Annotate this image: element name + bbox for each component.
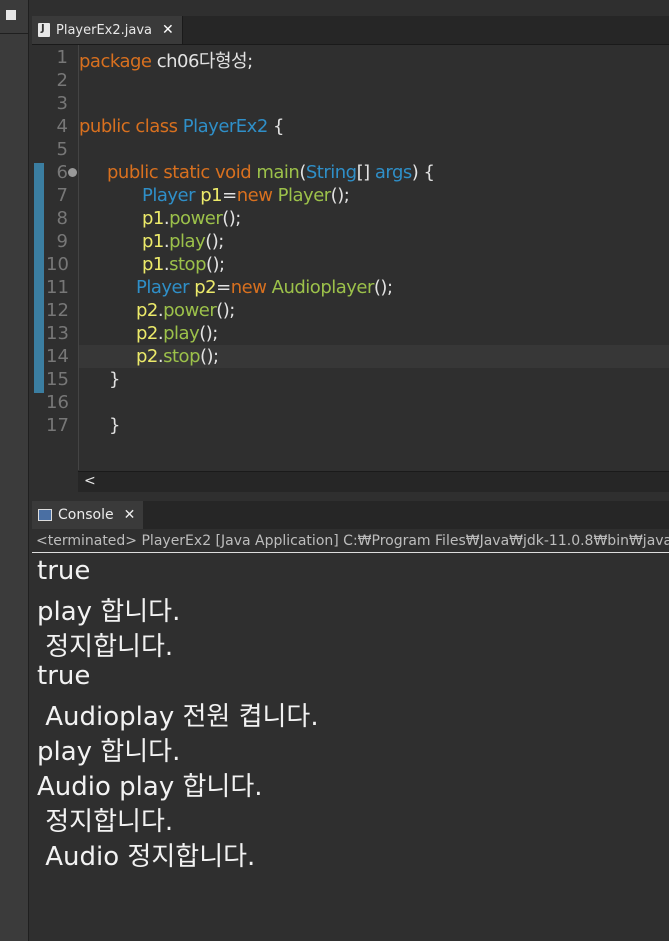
line-number: 14 (46, 346, 69, 367)
line-number: 7 (56, 185, 68, 206)
line-number: 3 (56, 93, 68, 114)
horizontal-scrollbar[interactable]: < (78, 471, 669, 492)
close-console-icon[interactable]: ✕ (124, 507, 136, 523)
line-number: 5 (56, 139, 68, 160)
code-line-4: public class PlayerEx2 { (79, 116, 284, 137)
line-number: 12 (46, 300, 69, 321)
tab-console[interactable]: Console ✕ (32, 501, 144, 529)
tab-playerex2-java[interactable]: PlayerEx2.java ✕ (32, 16, 183, 44)
console-line: play 합니다. (37, 737, 181, 767)
code-editor[interactable]: 1 2 3 4 5 6 7 8 9 10 11 12 13 14 15 16 1… (32, 45, 669, 470)
line-number: 15 (46, 369, 69, 390)
console-line: Audio play 합니다. (37, 772, 263, 802)
console-status: <terminated> PlayerEx2 [Java Application… (32, 530, 669, 553)
scroll-left-icon[interactable]: < (84, 473, 96, 489)
console-line: 정지합니다. (37, 632, 174, 662)
line-number: 13 (46, 323, 69, 344)
line-number: 10 (46, 254, 69, 275)
console-line: play 합니다. (37, 597, 181, 627)
code-line-9: p1.play(); (142, 231, 224, 252)
left-panel-divider (0, 33, 28, 34)
code-line-7: Player p1=new Player(); (142, 185, 350, 206)
left-side-panel (0, 0, 29, 941)
console-line: true (37, 556, 91, 586)
line-number: 9 (56, 231, 68, 252)
code-line-15: } (109, 369, 120, 390)
code-line-1: package ch06다형성; (79, 51, 253, 72)
code-line-11: Player p2=new Audioplayer(); (136, 277, 393, 298)
line-number: 8 (56, 208, 68, 229)
editor-tab-bar: PlayerEx2.java ✕ (32, 16, 669, 45)
console-line: true (37, 661, 91, 691)
minimized-view-icon[interactable] (6, 10, 16, 20)
code-line-8: p1.power(); (142, 208, 241, 229)
close-tab-icon[interactable]: ✕ (162, 22, 174, 38)
line-number: 6 (56, 162, 68, 183)
console-tab-label: Console (58, 507, 114, 523)
console-line: 정지합니다. (37, 807, 174, 837)
code-line-12: p2.power(); (136, 300, 235, 321)
console-output[interactable]: true play 합니다. 정지합니다. true Audioplay 전원 … (32, 553, 669, 941)
code-line-14: p2.stop(); (136, 346, 219, 367)
code-line-6: public static void main(String[] args) { (107, 162, 435, 183)
console-icon (38, 509, 52, 521)
line-number: 17 (46, 415, 69, 436)
change-marker (34, 163, 44, 393)
code-line-17: } (109, 415, 120, 436)
fold-toggle-icon[interactable] (68, 168, 77, 177)
line-number: 4 (56, 116, 68, 137)
java-file-icon (38, 23, 50, 37)
line-number: 11 (46, 277, 69, 298)
line-number: 1 (56, 47, 68, 68)
code-line-10: p1.stop(); (142, 254, 225, 275)
console-line: Audio 정지합니다. (37, 842, 256, 872)
tab-label: PlayerEx2.java (56, 22, 153, 38)
line-number: 2 (56, 70, 68, 91)
line-number-gutter: 1 2 3 4 5 6 7 8 9 10 11 12 13 14 15 16 1… (32, 45, 79, 470)
console-tab-bar: Console ✕ (32, 501, 669, 529)
line-number: 16 (46, 392, 69, 413)
console-line: Audioplay 전원 켭니다. (37, 702, 319, 732)
code-line-13: p2.play(); (136, 323, 218, 344)
